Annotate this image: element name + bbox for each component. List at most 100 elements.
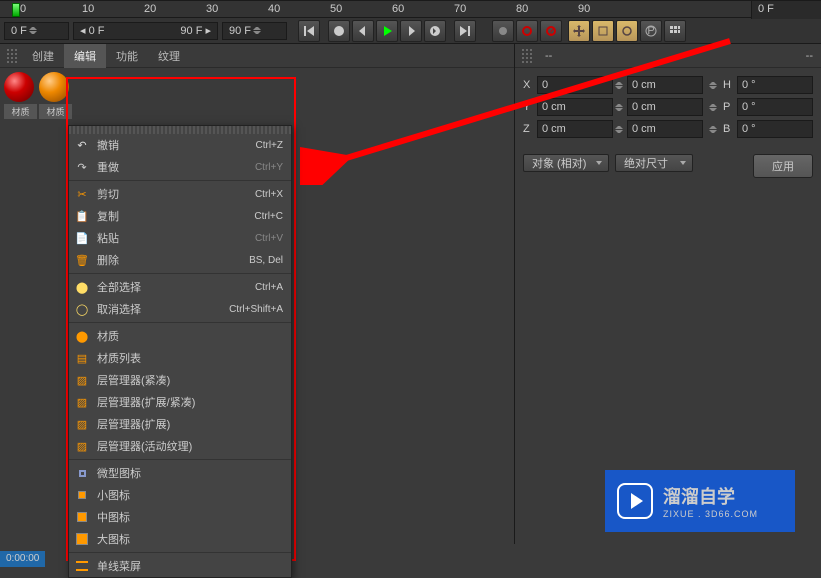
object-mode-dropdown[interactable]: 对象 (相对) bbox=[523, 154, 609, 172]
end-frame-input[interactable]: 90 F bbox=[222, 22, 287, 40]
undo-icon: ↶ bbox=[73, 137, 91, 153]
medium-icon bbox=[73, 509, 91, 525]
menu-cut[interactable]: ✂剪切Ctrl+X bbox=[69, 183, 291, 205]
range-input[interactable]: ◂ 0 F90 F ▸ bbox=[73, 22, 218, 40]
layer-icon: ▨ bbox=[73, 372, 91, 388]
apply-button[interactable]: 应用 bbox=[753, 154, 813, 178]
prev-key-button[interactable] bbox=[328, 20, 350, 42]
play-button[interactable] bbox=[376, 20, 398, 42]
timeline-ruler[interactable]: 0102030405060708090 0 F bbox=[0, 0, 821, 18]
material-thumbnails: 材质 材质 bbox=[0, 68, 514, 123]
large-icon bbox=[73, 531, 91, 547]
menu-select-all[interactable]: ⬤全部选择Ctrl+A bbox=[69, 276, 291, 298]
lines-icon bbox=[73, 558, 91, 574]
panel-grip-icon[interactable] bbox=[6, 48, 18, 64]
y-label: Y bbox=[523, 101, 537, 113]
coord-tab-b[interactable]: -- bbox=[798, 46, 821, 66]
menu-paste[interactable]: 📄粘贴Ctrl+V bbox=[69, 227, 291, 249]
svg-text:?: ? bbox=[548, 25, 554, 37]
menu-small-icons[interactable]: 小图标 bbox=[69, 484, 291, 506]
list-icon: ▤ bbox=[73, 350, 91, 366]
h-label: H bbox=[723, 79, 737, 91]
size-mode-dropdown[interactable]: 绝对尺寸 bbox=[615, 154, 693, 172]
menu-material-list[interactable]: ▤材质列表 bbox=[69, 347, 291, 369]
menu-large-icons[interactable]: 大图标 bbox=[69, 528, 291, 550]
copy-icon: 📋 bbox=[73, 208, 91, 224]
h-rotation-input[interactable]: 0 ° bbox=[737, 76, 813, 94]
tab-function[interactable]: 功能 bbox=[106, 44, 148, 68]
move-tool-button[interactable] bbox=[568, 20, 590, 42]
p-rotation-input[interactable]: 0 ° bbox=[737, 98, 813, 116]
scissors-icon: ✂ bbox=[73, 186, 91, 202]
next-frame-button[interactable] bbox=[400, 20, 422, 42]
b-label: B bbox=[723, 123, 737, 135]
menu-undo[interactable]: ↶撤销Ctrl+Z bbox=[69, 134, 291, 156]
menu-redo[interactable]: ↷重做Ctrl+Y bbox=[69, 156, 291, 178]
b-rotation-input[interactable]: 0 ° bbox=[737, 120, 813, 138]
menu-layer-expand-compact[interactable]: ▨层管理器(扩展/紧凑) bbox=[69, 391, 291, 413]
tab-texture[interactable]: 纹理 bbox=[148, 44, 190, 68]
material-label: 材质 bbox=[4, 104, 37, 119]
menu-layer-active[interactable]: ▨层管理器(活动纹理) bbox=[69, 435, 291, 457]
ruler-end-frame[interactable]: 0 F bbox=[751, 1, 821, 19]
menu-medium-icons[interactable]: 中图标 bbox=[69, 506, 291, 528]
autokey-button[interactable] bbox=[516, 20, 538, 42]
z-label: Z bbox=[523, 123, 537, 135]
material-manager-panel: 创建 编辑 功能 纹理 材质 材质 ↶撤销Ctrl+Z ↷重做Ctrl+Y ✂剪… bbox=[0, 44, 515, 544]
menu-delete[interactable]: 🗑删除BS, Del bbox=[69, 249, 291, 271]
watermark-title: 溜溜自学 bbox=[663, 483, 758, 509]
y-size-input[interactable]: 0 cm bbox=[627, 98, 703, 116]
coord-tab-a[interactable]: -- bbox=[537, 46, 560, 66]
layer-icon: ▨ bbox=[73, 416, 91, 432]
current-frame-input[interactable]: 0 F bbox=[4, 22, 69, 40]
material-label: 材质 bbox=[39, 104, 72, 119]
p-label: P bbox=[723, 101, 737, 113]
material-preview-icon bbox=[4, 72, 34, 102]
menu-material[interactable]: ⬤材质 bbox=[69, 325, 291, 347]
trash-icon: 🗑 bbox=[73, 252, 91, 268]
menu-single-line[interactable]: 单线菜屏 bbox=[69, 555, 291, 577]
watermark-subtitle: ZIXUE . 3D66.COM bbox=[663, 509, 758, 519]
param-button[interactable]: P bbox=[640, 20, 662, 42]
material-item[interactable]: 材质 bbox=[4, 72, 37, 119]
small-icon bbox=[73, 487, 91, 503]
z-position-input[interactable]: 0 cm bbox=[537, 120, 613, 138]
goto-end-button[interactable] bbox=[454, 20, 476, 42]
x-label: X bbox=[523, 79, 537, 91]
tab-edit[interactable]: 编辑 bbox=[64, 44, 106, 68]
menu-layer-compact[interactable]: ▨层管理器(紧凑) bbox=[69, 369, 291, 391]
watermark: 溜溜自学 ZIXUE . 3D66.COM bbox=[605, 470, 795, 532]
menu-deselect[interactable]: ◯取消选择Ctrl+Shift+A bbox=[69, 298, 291, 320]
prev-frame-button[interactable] bbox=[352, 20, 374, 42]
grid-button[interactable] bbox=[664, 20, 686, 42]
material-panel-tabs: 创建 编辑 功能 纹理 bbox=[0, 44, 514, 68]
transport-bar: 0 F ◂ 0 F90 F ▸ 90 F ? P bbox=[0, 18, 821, 44]
panel-grip-icon[interactable] bbox=[521, 48, 533, 64]
paste-icon: 📄 bbox=[73, 230, 91, 246]
scale-tool-button[interactable] bbox=[592, 20, 614, 42]
menu-copy[interactable]: 📋复制Ctrl+C bbox=[69, 205, 291, 227]
keyframe-sel-button[interactable]: ? bbox=[540, 20, 562, 42]
record-button[interactable] bbox=[492, 20, 514, 42]
x-position-input[interactable]: 0 bbox=[537, 76, 613, 94]
deselect-icon: ◯ bbox=[73, 301, 91, 317]
play-logo-icon bbox=[617, 483, 653, 519]
edit-context-menu: ↶撤销Ctrl+Z ↷重做Ctrl+Y ✂剪切Ctrl+X 📋复制Ctrl+C … bbox=[68, 125, 292, 578]
x-size-input[interactable]: 0 cm bbox=[627, 76, 703, 94]
material-item[interactable]: 材质 bbox=[39, 72, 72, 119]
z-size-input[interactable]: 0 cm bbox=[627, 120, 703, 138]
layer-icon: ▨ bbox=[73, 438, 91, 454]
goto-start-button[interactable] bbox=[298, 20, 320, 42]
menu-micro-icons[interactable]: 微型图标 bbox=[69, 462, 291, 484]
select-all-icon: ⬤ bbox=[73, 279, 91, 295]
tab-create[interactable]: 创建 bbox=[22, 44, 64, 68]
menu-layer-expand[interactable]: ▨层管理器(扩展) bbox=[69, 413, 291, 435]
material-icon: ⬤ bbox=[73, 328, 91, 344]
y-position-input[interactable]: 0 cm bbox=[537, 98, 613, 116]
rotate-tool-button[interactable] bbox=[616, 20, 638, 42]
menu-drag-handle[interactable] bbox=[69, 126, 291, 134]
next-key-button[interactable] bbox=[424, 20, 446, 42]
material-preview-icon bbox=[39, 72, 69, 102]
redo-icon: ↷ bbox=[73, 159, 91, 175]
playhead-marker[interactable] bbox=[12, 3, 20, 17]
